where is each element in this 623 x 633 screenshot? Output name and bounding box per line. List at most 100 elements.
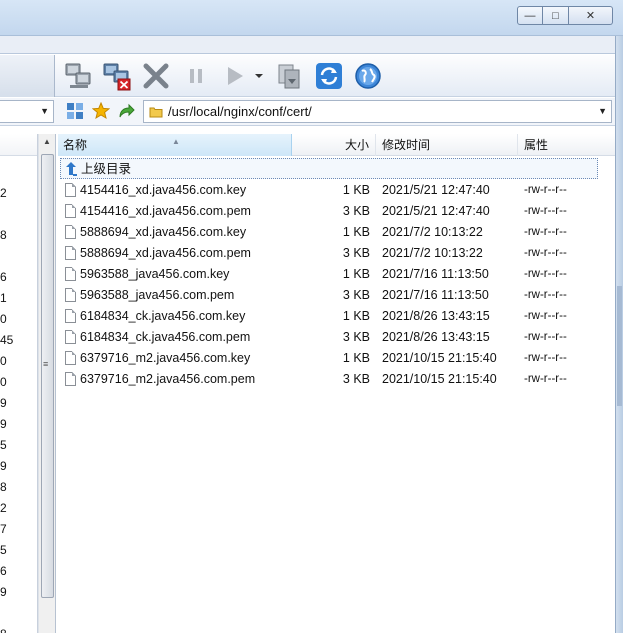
local-list-item-fragment[interactable]: 6 <box>0 564 7 578</box>
column-header-name[interactable]: 名称 ▲ <box>58 134 292 156</box>
file-name: 6184834_ck.java456.com.pem <box>80 330 251 344</box>
local-list-item-fragment[interactable]: 7 <box>0 522 7 536</box>
folder-icon <box>149 104 163 125</box>
sort-ascending-icon: ▲ <box>172 137 180 146</box>
local-list-item-fragment[interactable]: 2 <box>0 501 7 515</box>
remote-path-input[interactable]: /usr/local/nginx/conf/cert/ ▼ <box>143 100 612 123</box>
file-row[interactable]: 4154416_xd.java456.com.key 1 KB 2021/5/21 … <box>58 180 598 201</box>
column-header-size[interactable]: 大小 <box>292 134 376 156</box>
local-list-item-fragment[interactable]: 6 <box>0 270 7 284</box>
file-row[interactable]: 5963588_java456.com.pem 3 KB 2021/7/16 11:… <box>58 285 598 306</box>
file-size: 3 KB <box>342 246 370 260</box>
file-modified: 2021/7/16 11:13:50 <box>382 288 489 302</box>
column-header-attributes[interactable]: 属性 <box>518 134 598 156</box>
column-header-row: 名称 ▲ 大小 修改时间 属性 <box>58 134 615 156</box>
local-path-combo[interactable]: ▼ <box>0 100 54 123</box>
file-icon <box>65 183 76 197</box>
local-list-item-fragment[interactable]: 45 <box>0 333 13 347</box>
file-name: 5963588_java456.com.pem <box>80 288 235 302</box>
local-list-item-fragment[interactable]: 5 <box>0 543 7 557</box>
local-list-item-fragment[interactable]: 0 <box>0 312 7 326</box>
file-size: 3 KB <box>342 288 370 302</box>
file-modified: 2021/5/21 12:47:40 <box>382 204 490 218</box>
window-right-border <box>615 36 623 633</box>
minimize-button[interactable]: — <box>517 6 543 25</box>
parent-directory-row[interactable]: 上级目录 <box>60 158 598 179</box>
local-list-scrollbar[interactable]: ▲ ≡ <box>38 134 56 633</box>
local-toolbar-fragment <box>0 55 55 97</box>
file-name: 4154416_xd.java456.com.pem <box>80 204 251 218</box>
local-list-item-fragment[interactable]: 8 <box>0 627 7 633</box>
pause-icon[interactable] <box>180 60 212 92</box>
file-icon <box>65 309 76 323</box>
dropdown-arrow-icon[interactable] <box>250 60 268 92</box>
file-name: 4154416_xd.java456.com.key <box>80 183 247 197</box>
cancel-icon[interactable] <box>140 60 172 92</box>
file-size: 1 KB <box>342 183 370 197</box>
file-row[interactable]: 6379716_m2.java456.com.key 1 KB 2021/10/15… <box>58 348 598 369</box>
file-modified: 2021/10/15 21:15:40 <box>382 372 497 386</box>
local-list-item-fragment[interactable]: 0 <box>0 375 7 389</box>
file-name: 6184834_ck.java456.com.key <box>80 309 246 323</box>
file-icon <box>65 246 76 260</box>
refresh-icon[interactable] <box>313 60 345 92</box>
file-attributes: -rw-r--r-- <box>524 205 567 217</box>
local-list-item-fragment[interactable]: 1 <box>0 291 7 305</box>
file-modified: 2021/5/21 12:47:40 <box>382 183 490 197</box>
file-attributes: -rw-r--r-- <box>524 310 567 322</box>
remote-toolbar <box>0 55 615 97</box>
file-row[interactable]: 6379716_m2.java456.com.pem 3 KB 2021/10/15… <box>58 369 598 390</box>
local-list-item-fragment[interactable]: 8 <box>0 228 7 242</box>
file-modified: 2021/10/15 21:15:40 <box>382 351 497 365</box>
file-icon <box>65 330 76 344</box>
file-name: 5963588_java456.com.key <box>80 267 230 281</box>
bookmark-star-icon[interactable] <box>91 101 111 123</box>
file-row[interactable]: 4154416_xd.java456.com.pem 3 KB 2021/5/21 … <box>58 201 598 222</box>
close-button[interactable]: ✕ <box>569 6 613 25</box>
globe-icon[interactable] <box>352 60 384 92</box>
file-size: 3 KB <box>342 372 370 386</box>
file-icon <box>65 267 76 281</box>
file-size: 1 KB <box>342 351 370 365</box>
file-attributes: -rw-r--r-- <box>524 226 567 238</box>
parent-folder-icon[interactable] <box>117 102 135 123</box>
file-modified: 2021/8/26 13:43:15 <box>382 330 490 344</box>
view-toggle-icon[interactable] <box>66 102 84 123</box>
file-attributes: -rw-r--r-- <box>524 373 567 385</box>
local-list-item-fragment[interactable]: 5 <box>0 438 7 452</box>
play-icon[interactable] <box>218 60 250 92</box>
file-row[interactable]: 5963588_java456.com.key 1 KB 2021/7/16 11:… <box>58 264 598 285</box>
local-file-list[interactable]: 2 8 6 1 0 45 0 0 9 9 5 9 8 2 7 5 6 9 8 <box>0 134 38 633</box>
local-list-header <box>0 134 37 156</box>
file-row[interactable]: 6184834_ck.java456.com.key 1 KB 2021/8/26 … <box>58 306 598 327</box>
file-name: 6379716_m2.java456.com.key <box>80 351 251 365</box>
chevron-down-icon[interactable]: ▼ <box>598 101 607 122</box>
file-icon <box>65 351 76 365</box>
file-row[interactable]: 6184834_ck.java456.com.pem 3 KB 2021/8/26 … <box>58 327 598 348</box>
local-list-item-fragment[interactable]: 2 <box>0 186 7 200</box>
menu-bar <box>0 36 615 54</box>
local-list-item-fragment[interactable]: 9 <box>0 396 7 410</box>
file-size: 1 KB <box>342 309 370 323</box>
file-name: 5888694_xd.java456.com.pem <box>80 246 251 260</box>
local-list-item-fragment[interactable]: 0 <box>0 354 7 368</box>
scrollbar-thumb[interactable] <box>41 154 54 598</box>
window-controls: — □ ✕ <box>517 6 613 25</box>
disconnect-icon[interactable] <box>101 60 133 92</box>
file-attributes: -rw-r--r-- <box>524 331 567 343</box>
column-header-modified[interactable]: 修改时间 <box>376 134 518 156</box>
chevron-down-icon[interactable]: ▼ <box>40 106 49 116</box>
transfer-icon[interactable] <box>274 60 306 92</box>
file-row[interactable]: 5888694_xd.java456.com.key 1 KB 2021/7/2 1… <box>58 222 598 243</box>
maximize-button[interactable]: □ <box>543 6 569 25</box>
scroll-grip-icon: ≡ <box>43 359 49 369</box>
connect-icon[interactable] <box>63 60 95 92</box>
local-list-item-fragment[interactable]: 8 <box>0 480 7 494</box>
local-list-item-fragment[interactable]: 9 <box>0 417 7 431</box>
local-list-item-fragment[interactable]: 9 <box>0 459 7 473</box>
local-list-item-fragment[interactable]: 9 <box>0 585 7 599</box>
file-row[interactable]: 5888694_xd.java456.com.pem 3 KB 2021/7/2 1… <box>58 243 598 264</box>
scroll-up-arrow-icon[interactable]: ▲ <box>43 137 51 146</box>
file-name: 6379716_m2.java456.com.pem <box>80 372 256 386</box>
remote-file-list[interactable]: 名称 ▲ 大小 修改时间 属性 上级目录 4154416_xd.java456.… <box>58 134 615 633</box>
